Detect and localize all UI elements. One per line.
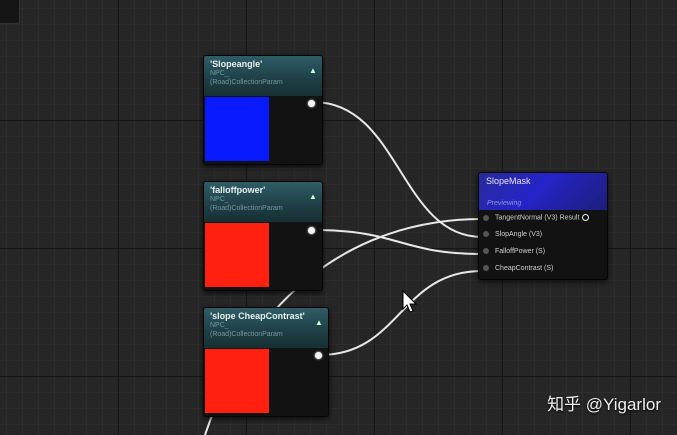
pin-label: CheapContrast (S) [495,265,554,272]
color-preview [205,223,269,287]
param-node-falloffpower[interactable]: 'falloffpower' NPC_ (Road)CollectionPara… [203,181,323,291]
node-subtitle: NPC_ [210,196,229,203]
input-pin-icon[interactable] [483,214,489,221]
color-preview [205,349,269,413]
mouse-cursor-icon [402,290,418,313]
wire-cheapcontrast [319,270,483,356]
input-pin-icon[interactable] [483,231,489,238]
node-subtitle: (Road)CollectionParam [210,205,283,212]
result-output-pin[interactable] [582,214,590,221]
function-title: SlopeMask [486,176,531,186]
node-header[interactable]: 'Slopeangle' NPC_ (Road)CollectionParam … [204,56,322,96]
node-title: 'falloffpower' [210,185,266,195]
watermark: 知乎 @Yigarlor [547,395,661,414]
offscreen-node[interactable] [0,0,20,24]
node-subtitle: NPC_ [210,322,229,329]
function-preview-label: Previewing [487,200,522,207]
output-pin[interactable] [315,352,322,359]
output-pin[interactable] [308,100,315,107]
wire-slopeangle [312,101,483,238]
pin-label: FalloffPower (S) [495,248,546,255]
param-node-slope-cheapcontrast[interactable]: 'slope CheapContrast' NPC_ (Road)Collect… [203,307,329,417]
collapse-chevron-icon[interactable]: ▲ [308,66,318,76]
input-pin-slopangle[interactable]: SlopAngle (V3) [483,231,542,243]
pin-label: SlopAngle (V3) [495,231,543,238]
input-pin-cheapcontrast[interactable]: CheapContrast (S) [483,265,553,277]
node-title: 'Slopeangle' [210,59,263,69]
node-subtitle: (Road)CollectionParam [210,79,283,86]
function-header[interactable]: SlopeMask Previewing [479,173,607,210]
result-label: Result [559,214,580,222]
node-subtitle: NPC_ [210,70,229,77]
pin-label: TangentNormal (V3) [495,214,558,222]
collapse-chevron-icon[interactable]: ▲ [308,192,318,202]
input-pin-icon[interactable] [483,265,489,272]
node-subtitle: (Road)CollectionParam [210,331,283,338]
param-node-slopeangle[interactable]: 'Slopeangle' NPC_ (Road)CollectionParam … [203,55,323,165]
node-header[interactable]: 'slope CheapContrast' NPC_ (Road)Collect… [204,308,328,348]
output-pin[interactable] [308,227,315,234]
input-pin-tangentnormal[interactable]: TangentNormal (V3) Result [483,214,590,226]
collapse-chevron-icon[interactable]: ▲ [314,318,324,328]
node-title: 'slope CheapContrast' [210,311,305,321]
node-header[interactable]: 'falloffpower' NPC_ (Road)CollectionPara… [204,182,322,222]
input-pin-falloffpower[interactable]: FalloffPower (S) [483,248,545,260]
function-node-slopemask[interactable]: SlopeMask Previewing TangentNormal (V3) … [478,172,608,280]
input-pin-icon[interactable] [483,248,489,255]
color-preview [205,97,269,161]
wire-falloffpower [312,229,483,255]
